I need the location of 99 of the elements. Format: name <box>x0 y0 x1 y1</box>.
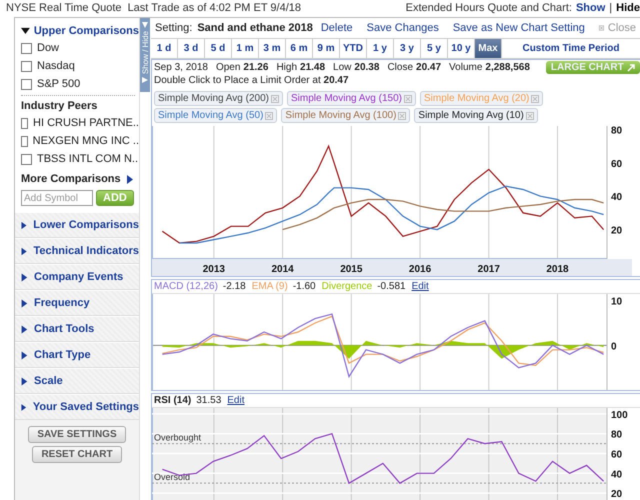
indicator-chip[interactable]: Simple Moving Avg (10) <box>414 108 538 123</box>
axis-label: 2017 <box>478 264 500 275</box>
setting-action-link[interactable]: Save Changes <box>366 22 439 34</box>
axis-label: 100 <box>611 410 628 421</box>
checkbox-label: NEXGEN MNG INC .. <box>32 135 139 147</box>
last-trade-time: Last Trade as of 4:02 PM ET 9/4/18 <box>128 2 302 14</box>
period-tab[interactable]: YTD <box>340 38 367 58</box>
legend-label: MACD (12,26) <box>154 281 218 292</box>
caret-icon <box>20 324 28 334</box>
checkbox-label: Dow <box>37 42 60 54</box>
edit-link[interactable]: Edit <box>412 281 429 292</box>
annotation-label: Overbought <box>154 432 202 443</box>
stat-value: 21.26 <box>243 62 268 73</box>
arrow-icon <box>142 77 148 84</box>
axis-label: 80 <box>611 430 622 441</box>
axis-label: 0 <box>611 341 617 352</box>
caret-icon <box>21 26 30 35</box>
legend-label: RSI (14) <box>154 395 192 406</box>
stat-value: 20.38 <box>354 62 380 73</box>
separator: | <box>609 2 612 14</box>
legend-value: 31.53 <box>196 395 222 406</box>
legend-label: Divergence <box>322 281 372 292</box>
setting-name: Sand and ethane 2018 <box>197 22 313 34</box>
expand-arrow-icon[interactable] <box>127 174 133 184</box>
caret-icon <box>20 402 27 412</box>
checkbox-label: HI CRUSH PARTNE.. <box>33 117 139 129</box>
axis-label: 80 <box>611 126 622 136</box>
stat-label: Open <box>216 62 240 73</box>
axis-label: 40 <box>611 469 622 480</box>
close-icon[interactable] <box>598 22 604 33</box>
indicator-chip[interactable]: Simple Moving Avg (200) <box>154 91 283 106</box>
axis-label: 2014 <box>271 264 294 275</box>
limit-order-hint: Double Click to Place a Limit Order at 20.47 <box>153 75 350 88</box>
upper-comparisons-header[interactable]: Upper Comparisons <box>21 22 139 39</box>
stat-value: 21.48 <box>300 62 326 73</box>
more-comparisons-label[interactable]: More Comparisons <box>21 173 121 185</box>
edit-link[interactable]: Edit <box>227 395 244 406</box>
axis-label: 20 <box>611 489 622 500</box>
annotation-label: Oversold <box>154 472 190 482</box>
sidebar-section[interactable]: Technical Indicators <box>15 238 139 264</box>
legend-value: -2.18 <box>222 281 246 292</box>
checkbox-label: TBSS INTL COM N.. <box>37 153 138 165</box>
checkbox[interactable] <box>21 42 32 54</box>
axis-label: 10 <box>611 296 622 308</box>
sidebar-section[interactable]: Chart Type <box>15 342 139 368</box>
axis-label: 2016 <box>408 264 432 275</box>
caret-icon <box>20 246 28 256</box>
legend-value: -0.581 <box>377 281 406 292</box>
indicator-chip[interactable]: Simple Moving Avg (50) <box>154 108 278 123</box>
caret-icon <box>20 272 28 282</box>
period-tab[interactable]: Max <box>475 38 502 58</box>
caret-icon <box>20 376 28 386</box>
arrow-icon <box>142 22 148 28</box>
axis-label: 2015 <box>340 264 362 275</box>
stat-value: 20.47 <box>416 62 442 73</box>
arrow-icon <box>626 64 635 72</box>
settings-button[interactable]: SAVE SETTINGS <box>28 426 126 443</box>
stat-label: Low <box>333 62 352 73</box>
checkbox[interactable] <box>21 118 28 128</box>
checkbox[interactable] <box>21 60 32 72</box>
quote-date: Sep 3, 2018 <box>154 62 208 73</box>
axis-label: 40 <box>611 192 622 204</box>
sidebar-section[interactable]: Lower Comparisons <box>15 212 139 238</box>
checkbox[interactable] <box>21 136 28 146</box>
sidebar-section[interactable]: Your Saved Settings <box>15 394 139 420</box>
sidebar-section[interactable]: Company Events <box>15 264 139 290</box>
axis-label: 60 <box>611 158 622 170</box>
stat-label: Volume <box>449 62 482 73</box>
checkbox[interactable] <box>21 154 32 164</box>
axis-label: 2018 <box>546 264 569 275</box>
axis-label: 20 <box>611 226 622 237</box>
checkbox-label: S&P 500 <box>37 78 80 90</box>
industry-peers-heading: Industry Peers <box>21 99 98 114</box>
sidebar-section[interactable]: Chart Tools <box>15 316 139 342</box>
settings-button[interactable]: RESET CHART <box>32 446 122 463</box>
extended-hours-label: Extended Hours Quote and Chart: <box>406 2 572 14</box>
stat-label: Close <box>387 62 414 73</box>
stat-value: 2,288,568 <box>485 62 530 73</box>
setting-action-link[interactable]: Delete <box>320 22 353 34</box>
hide-link[interactable]: Hide <box>616 2 640 14</box>
indicator-chip[interactable]: Simple Moving Avg (150) <box>286 91 416 106</box>
sidebar-section[interactable]: Scale <box>15 368 139 394</box>
caret-icon <box>20 298 28 308</box>
indicator-chip[interactable]: Simple Moving Avg (100) <box>281 108 410 123</box>
caret-icon <box>20 220 28 230</box>
legend-label: EMA (9) <box>252 281 288 292</box>
legend-value: -1.60 <box>292 281 316 292</box>
checkbox[interactable] <box>21 78 32 90</box>
show-link[interactable]: Show <box>576 2 606 14</box>
add-symbol-field[interactable]: Add Symbol <box>21 190 93 206</box>
setting-label: Setting: <box>155 22 192 34</box>
axis-label: 60 <box>611 450 622 460</box>
caret-icon <box>20 350 28 360</box>
quote-label: NYSE Real Time Quote <box>6 2 122 14</box>
stat-label: High <box>276 62 298 73</box>
axis-label: 2013 <box>202 264 225 275</box>
sidebar-section[interactable]: Frequency <box>15 290 139 316</box>
setting-action-link[interactable]: Save as New Chart Setting <box>452 22 585 34</box>
checkbox-label: Nasdaq <box>37 60 75 72</box>
